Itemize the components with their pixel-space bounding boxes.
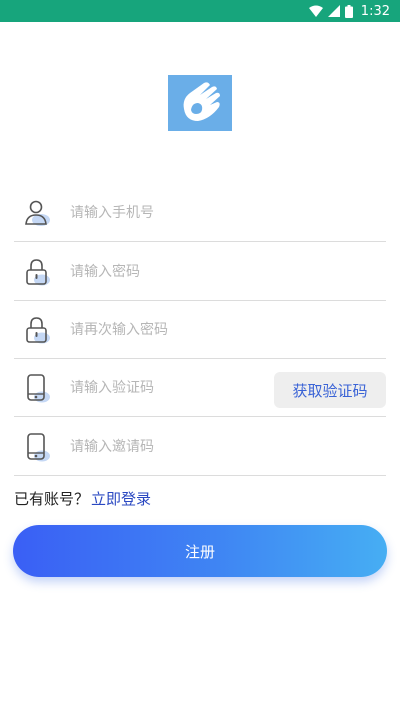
phone-icon (24, 373, 52, 403)
phone-field (14, 184, 386, 242)
login-link[interactable]: 立即登录 (91, 490, 151, 508)
phone-icon (24, 432, 52, 462)
register-button[interactable]: 注册 (13, 525, 387, 577)
lock-icon (24, 257, 52, 287)
wifi-icon (308, 5, 323, 17)
status-bar: 1:32 (0, 0, 400, 22)
signal-icon (327, 5, 340, 17)
hand-logo-icon (183, 82, 220, 121)
login-prompt: 已有账号？ 立即登录 (14, 488, 151, 509)
login-prompt-text: 已有账号？ (14, 490, 90, 508)
status-time: 1:32 (360, 3, 390, 19)
battery-icon (344, 4, 353, 18)
lock-icon (24, 315, 52, 345)
status-icons (308, 4, 353, 18)
user-icon (24, 198, 52, 228)
phone-input[interactable] (70, 197, 386, 228)
password-confirm-input[interactable] (70, 314, 386, 345)
password-input[interactable] (70, 256, 386, 287)
app-logo (168, 75, 232, 131)
password-confirm-field (14, 301, 386, 359)
invite-code-field (14, 418, 386, 476)
verify-code-field: 获取验证码 (14, 359, 386, 417)
get-code-button[interactable]: 获取验证码 (274, 372, 386, 408)
invite-code-input[interactable] (70, 431, 386, 462)
password-field (14, 243, 386, 301)
